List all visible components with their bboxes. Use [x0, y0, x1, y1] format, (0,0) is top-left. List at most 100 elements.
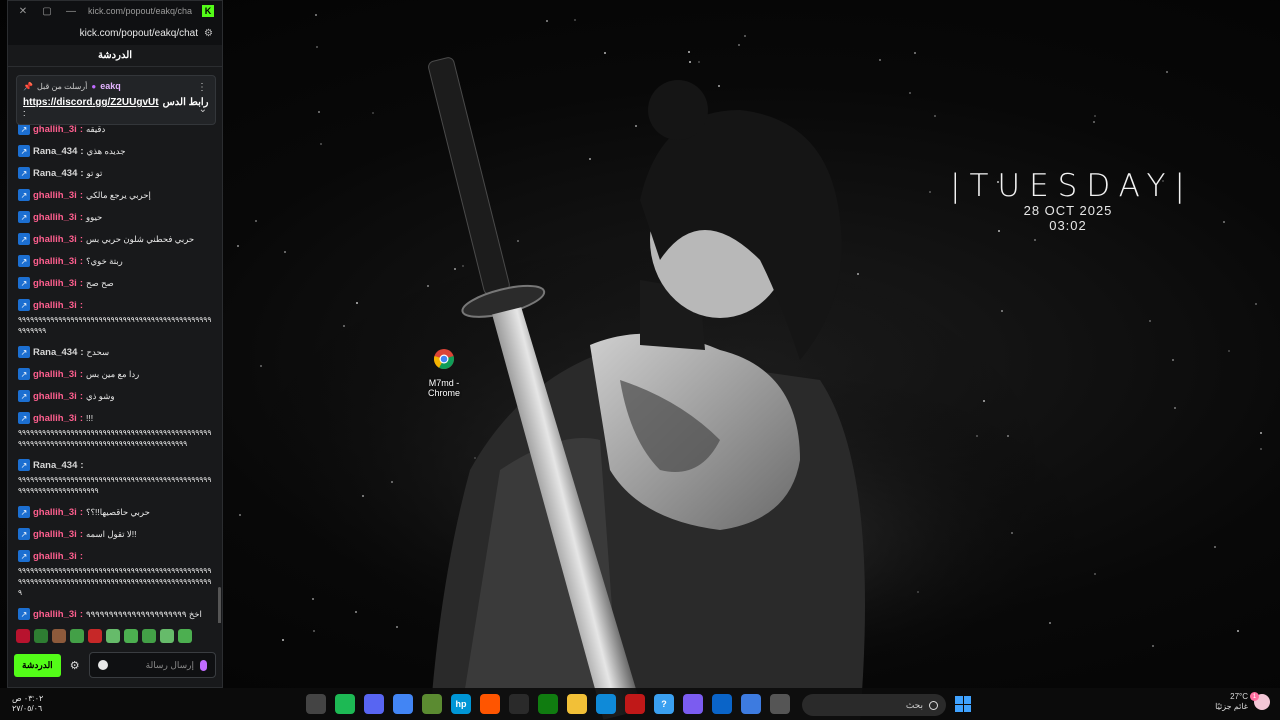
taskview-app-icon[interactable] [770, 694, 790, 714]
spotify-app-icon[interactable] [335, 694, 355, 714]
chat-message: ↗ ghallih_3i:!!! ٩٩٩٩٩٩٩٩٩٩٩٩٩٩٩٩٩٩٩٩٩٩٩٩٩… [18, 412, 214, 449]
chat-username[interactable]: ghallih_3i [33, 551, 77, 562]
pinned-author[interactable]: eakq [100, 81, 121, 91]
minimize-icon[interactable]: — [64, 6, 78, 17]
chat-username[interactable]: ghallih_3i [33, 529, 77, 540]
taskbar: ٠٣:٠٢ ص ٢٧/٠٥/٠٦ hp? بحث 27°C غائم جزئيً… [0, 688, 1280, 720]
chat-message: ↗ Rana_434: تو تو [18, 167, 214, 179]
chat-scrollbar[interactable] [218, 587, 221, 623]
username-colon: : [79, 528, 83, 540]
window-title: kick.com/popout/eakq/chat [88, 6, 192, 16]
username-colon: : [79, 368, 83, 380]
start-button-windows-icon[interactable] [955, 696, 971, 712]
chat-username[interactable]: Rana_434 [33, 460, 77, 471]
weekday-label: |TUESDAY| [950, 168, 1194, 204]
chat-username[interactable]: ghallih_3i [33, 413, 77, 424]
username-colon: : [79, 189, 83, 201]
minecraft-app-icon[interactable] [422, 694, 442, 714]
send-chat-button[interactable]: الدردشة [14, 653, 61, 677]
close-icon[interactable]: ✕ [16, 6, 30, 17]
chat-message-text: اخخ ٩٩٩٩٩٩٩٩٩٩٩٩٩٩٩٩٩٩٩٩٩٩ [86, 608, 202, 619]
emote-button[interactable] [88, 629, 102, 643]
user-badge-icon: ↗ [18, 299, 30, 311]
maximize-icon[interactable]: ▢ [40, 6, 54, 17]
steam-app-icon[interactable] [509, 694, 529, 714]
emote-button[interactable] [160, 629, 174, 643]
xbox-app-icon[interactable] [538, 694, 558, 714]
site-settings-icon[interactable]: ⚙ [204, 28, 216, 39]
copilot-app-icon[interactable] [683, 694, 703, 714]
chat-username[interactable]: ghallih_3i [33, 609, 77, 620]
emoji-icon[interactable] [97, 660, 108, 670]
chat-message-list[interactable]: 📌 أرسلت من قبل ● eakq https://discord.gg… [8, 67, 222, 623]
file-explorer-app-icon[interactable] [567, 694, 587, 714]
chat-username[interactable]: ghallih_3i [33, 391, 77, 402]
soundcloud-app-icon[interactable] [480, 694, 500, 714]
username-colon: : [80, 167, 84, 179]
emote-button[interactable] [16, 629, 30, 643]
chat-message: ↗ ghallih_3i: اخخ ٩٩٩٩٩٩٩٩٩٩٩٩٩٩٩٩٩٩٩٩٩٩ [18, 608, 214, 620]
chat-username[interactable]: ghallih_3i [33, 507, 77, 518]
chat-username[interactable]: ghallih_3i [33, 300, 77, 311]
emote-button[interactable] [142, 629, 156, 643]
emote-button[interactable] [34, 629, 48, 643]
clock-date: ٢٧/٠٥/٠٦ [12, 704, 43, 713]
username-colon: : [79, 277, 83, 289]
chat-message: ↗ Rana_434: ٩٩٩٩٩٩٩٩٩٩٩٩٩٩٩٩٩٩٩٩٩٩٩٩٩٩٩٩٩٩… [18, 459, 214, 496]
chat-username[interactable]: ghallih_3i [33, 190, 77, 201]
window-titlebar: ✕ ▢ — kick.com/popout/eakq/chat K [8, 1, 222, 21]
chat-username[interactable]: ghallih_3i [33, 369, 77, 380]
chat-message: ↗ ghallih_3i: ٩٩٩٩٩٩٩٩٩٩٩٩٩٩٩٩٩٩٩٩٩٩٩٩٩٩٩٩… [18, 299, 214, 336]
user-badge-icon: ↗ [18, 368, 30, 380]
username-colon: : [79, 412, 83, 424]
discord-app-icon[interactable] [364, 694, 384, 714]
taskbar-search-box[interactable]: بحث [802, 694, 946, 716]
address-bar[interactable]: kick.com/popout/eakq/chat ⚙ [8, 21, 222, 45]
chat-message-text: إحربي يرجع مالكي [86, 189, 151, 200]
chat-message-long-text: ٩٩٩٩٩٩٩٩٩٩٩٩٩٩٩٩٩٩٩٩٩٩٩٩٩٩٩٩٩٩٩٩٩٩٩٩٩٩٩٩… [18, 566, 212, 597]
chat-username[interactable]: ghallih_3i [33, 212, 77, 223]
chat-username[interactable]: ghallih_3i [33, 256, 77, 267]
emote-button[interactable] [178, 629, 192, 643]
chat-message: ↗ ghallih_3i: صح صح [18, 277, 214, 289]
chat-username[interactable]: Rana_434 [33, 347, 77, 358]
messages-container: ↗ ghallih_3i: دقيقه ↗ Rana_434: جديده هذي ↗ Ran… [18, 123, 214, 623]
user-badge-icon: ↗ [18, 346, 30, 358]
desktop-shortcut-chrome[interactable]: M7md - Chrome [422, 348, 466, 398]
emote-button[interactable] [70, 629, 84, 643]
chat-username[interactable]: Rana_434 [33, 168, 77, 179]
chat-username[interactable]: Rana_434 [33, 146, 77, 157]
chat-username[interactable]: ghallih_3i [33, 234, 77, 245]
emote-button[interactable] [124, 629, 138, 643]
more-options-icon[interactable]: ⋮ [197, 82, 207, 93]
emote-button[interactable] [106, 629, 120, 643]
chat-message-input[interactable]: إرسال رسالة [88, 652, 216, 678]
chat-message: ↗ Rana_434: سحدح [18, 346, 214, 358]
mcafee-app-icon[interactable] [625, 694, 645, 714]
chat-message-text: تو تو [86, 167, 103, 178]
chat-username[interactable]: ghallih_3i [33, 124, 77, 135]
chat-message-text: حربي حاقصيها!!؟؟ [86, 506, 150, 517]
chat-input-row: الدردشة ⚙ إرسال رسالة [14, 651, 216, 679]
chrome-app-icon[interactable] [393, 694, 413, 714]
emote-bar [16, 629, 192, 643]
pinned-link[interactable]: https://discord.gg/Z2UUgvUt [23, 97, 159, 108]
help-app-icon[interactable]: ? [654, 694, 674, 714]
kick-chat-window: ✕ ▢ — kick.com/popout/eakq/chat K kick.c… [7, 0, 223, 688]
search-placeholder: بحث [905, 699, 923, 710]
outlook-app-icon[interactable] [712, 694, 732, 714]
taskbar-clock[interactable]: ٠٣:٠٢ ص ٢٧/٠٥/٠٦ [12, 694, 43, 714]
weather-widget[interactable]: 27°C غائم جزئيًا 1 [1215, 692, 1270, 712]
hp-app-icon[interactable]: hp [451, 694, 471, 714]
edge-app-icon[interactable] [596, 694, 616, 714]
gear-icon[interactable]: ⚙ [69, 659, 81, 672]
chevron-down-icon[interactable]: ⌄ [199, 104, 207, 115]
username-colon: : [79, 233, 83, 245]
chat-username[interactable]: ghallih_3i [33, 278, 77, 289]
store-app-icon[interactable] [741, 694, 761, 714]
pin-icon: 📌 [23, 81, 33, 91]
pinned-message[interactable]: 📌 أرسلت من قبل ● eakq https://discord.gg… [16, 75, 216, 125]
mic-icon[interactable] [200, 659, 207, 671]
emote-button[interactable] [52, 629, 66, 643]
settings-app-icon[interactable] [306, 694, 326, 714]
